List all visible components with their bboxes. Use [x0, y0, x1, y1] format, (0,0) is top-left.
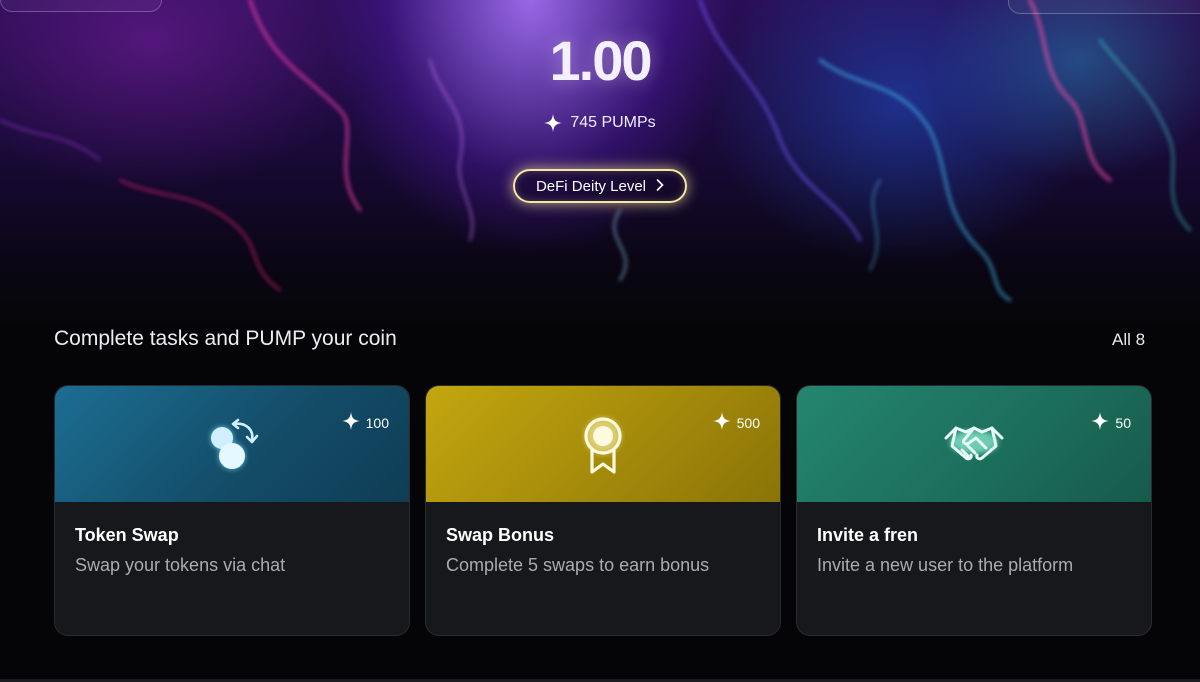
card-description: Invite a new user to the platform — [817, 555, 1074, 575]
balance-value: 1.00 — [549, 29, 653, 92]
card-description: Swap your tokens via chat — [75, 555, 286, 575]
card-header: 500 — [426, 386, 780, 502]
reward-value: 500 — [736, 414, 760, 431]
pumps-balance: 745 PUMPs — [0, 114, 1200, 132]
level-button-label: DeFi Deity Level — [535, 177, 647, 195]
top-left-tab[interactable] — [0, 0, 162, 12]
task-card-invite-fren[interactable]: 50 Invite a fren Invite a new user to th… — [796, 385, 1152, 636]
card-description: Complete 5 swaps to earn bonus — [446, 555, 710, 575]
card-title: Token Swap — [75, 525, 179, 545]
card-title: Swap Bonus — [446, 525, 555, 545]
level-button[interactable]: DeFi Deity Level — [513, 169, 687, 203]
sparkle-icon — [712, 412, 731, 433]
sparkle-icon — [544, 114, 563, 132]
task-card-swap-bonus[interactable]: 500 Swap Bonus Complete 5 swaps to earn … — [425, 385, 781, 636]
chevron-right-icon — [656, 178, 664, 195]
card-header: 50 — [797, 386, 1151, 502]
card-reward: 100 — [341, 412, 389, 433]
card-reward: 50 — [1091, 412, 1131, 433]
card-reward: 500 — [712, 412, 760, 433]
reward-value: 50 — [1115, 414, 1131, 431]
card-header: 100 — [55, 386, 409, 502]
reward-value: 100 — [365, 414, 389, 431]
all-tasks-link[interactable]: All 8 — [1112, 330, 1145, 350]
card-title: Invite a fren — [817, 525, 919, 545]
sparkle-icon — [1091, 412, 1110, 433]
sparkle-icon — [341, 412, 360, 433]
top-right-tab[interactable] — [1008, 0, 1200, 14]
task-card-token-swap[interactable]: 100 Token Swap Swap your tokens via chat — [54, 385, 410, 636]
tasks-section-title: Complete tasks and PUMP your coin — [54, 327, 397, 350]
pumps-label: 745 PUMPs — [570, 114, 656, 131]
